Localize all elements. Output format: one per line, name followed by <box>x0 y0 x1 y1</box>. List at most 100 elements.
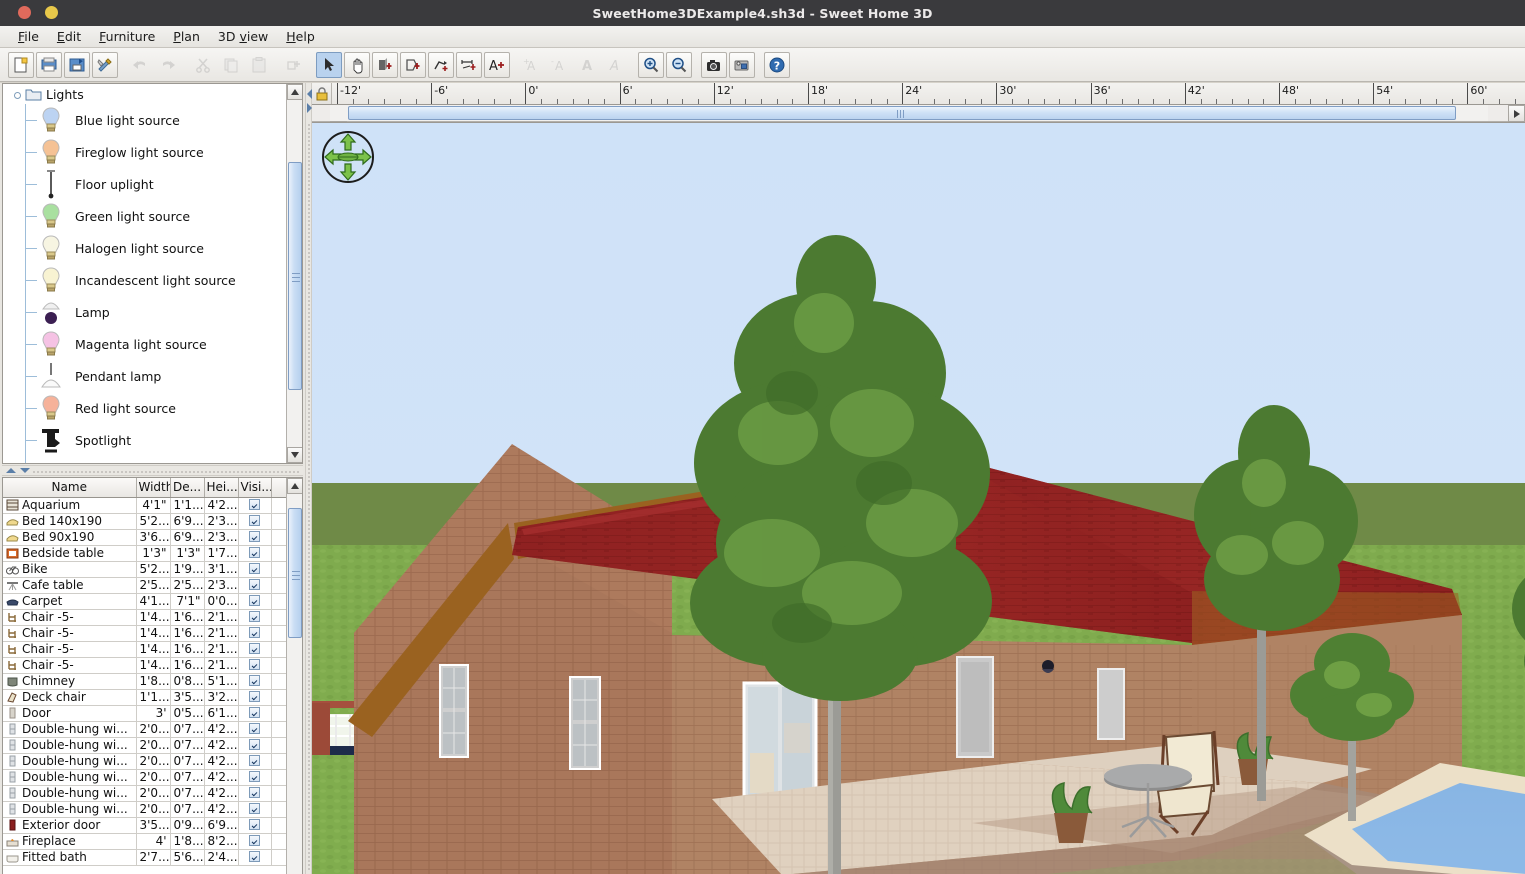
cell-visible[interactable] <box>238 785 272 802</box>
menu-help[interactable]: Help <box>277 28 324 45</box>
column-header-name[interactable]: Name <box>3 478 137 498</box>
cell-visible[interactable] <box>238 641 272 658</box>
visible-checkbox[interactable] <box>249 675 260 686</box>
expand-handle-icon[interactable] <box>11 89 21 99</box>
visible-checkbox[interactable] <box>249 819 260 830</box>
menu-file[interactable]: File <box>9 28 48 45</box>
decrease-text-size-button[interactable]: A- <box>547 52 573 78</box>
menu-edit[interactable]: Edit <box>48 28 90 45</box>
visible-checkbox[interactable] <box>249 835 260 846</box>
add-furniture-button[interactable] <box>281 52 307 78</box>
visible-checkbox[interactable] <box>249 851 260 862</box>
create-photo-button[interactable] <box>701 51 727 78</box>
table-row[interactable]: Double-hung wi... 2'0... 0'7... 4'2... <box>3 769 289 786</box>
catalog-scroll-thumb[interactable] <box>288 162 302 390</box>
visible-checkbox[interactable] <box>249 771 260 782</box>
column-header-height[interactable]: Hei... <box>204 478 239 498</box>
copy-button[interactable] <box>218 52 244 78</box>
create-video-button[interactable] <box>729 51 755 78</box>
preferences-button[interactable] <box>92 51 118 78</box>
table-row[interactable]: Deck chair 1'1... 3'5... 3'2... <box>3 689 289 706</box>
visible-checkbox[interactable] <box>249 595 260 606</box>
catalog-scroll-down-button[interactable] <box>287 447 302 463</box>
table-row[interactable]: Chair -5- 1'4... 1'6... 2'1... <box>3 625 289 642</box>
increase-text-size-button[interactable]: A + <box>519 52 545 78</box>
catalog-vertical-scrollbar[interactable] <box>286 84 302 463</box>
cell-visible[interactable] <box>238 705 272 722</box>
visible-checkbox[interactable] <box>249 499 260 510</box>
menu-3dview[interactable]: 3D view <box>209 28 277 45</box>
furniture-scroll-track[interactable] <box>287 494 302 874</box>
visible-checkbox[interactable] <box>249 739 260 750</box>
new-home-button[interactable] <box>8 51 34 78</box>
select-tool-button[interactable] <box>316 51 342 78</box>
cell-visible[interactable] <box>238 801 272 818</box>
cut-button[interactable] <box>190 52 216 78</box>
cell-visible[interactable] <box>238 753 272 770</box>
undo-button[interactable] <box>127 52 153 78</box>
table-row[interactable]: Bike 5'2... 1'9... 3'1... <box>3 561 289 578</box>
zoom-out-button[interactable] <box>666 51 692 78</box>
splitter-collapse-down-icon[interactable] <box>20 468 30 473</box>
cell-visible[interactable] <box>238 545 272 562</box>
table-row[interactable]: Chair -5- 1'4... 1'6... 2'1... <box>3 657 289 674</box>
cell-visible[interactable] <box>238 609 272 626</box>
visible-checkbox[interactable] <box>249 755 260 766</box>
splitter-collapse-up-icon[interactable] <box>6 468 16 473</box>
column-header-visible[interactable]: Visi... <box>238 478 272 498</box>
catalog-item-incandescent-light-source[interactable]: Incandescent light source <box>3 264 286 296</box>
table-row[interactable]: Fireplace 4' 1'8... 8'2... <box>3 833 289 850</box>
catalog-scroll-track[interactable] <box>287 100 302 447</box>
column-header-depth[interactable]: De... <box>170 478 205 498</box>
main-vertical-splitter[interactable] <box>305 83 312 874</box>
tree-root-lights[interactable]: Lights <box>3 84 286 104</box>
cell-visible[interactable] <box>238 849 272 866</box>
catalog-item-blue-light-source[interactable]: Blue light source <box>3 104 286 136</box>
catalog-item-red-light-source[interactable]: Red light source <box>3 392 286 424</box>
table-row[interactable]: Bedside table 1'3" 1'3" 1'7... <box>3 545 289 562</box>
table-row[interactable]: Cafe table 2'5... 2'5... 2'3... <box>3 577 289 594</box>
cell-visible[interactable] <box>238 721 272 738</box>
cell-visible[interactable] <box>238 657 272 674</box>
table-row[interactable]: Door 3' 0'5... 6'1... <box>3 705 289 722</box>
create-rooms-button[interactable] <box>400 51 426 78</box>
menu-plan[interactable]: Plan <box>164 28 209 45</box>
table-row[interactable]: Double-hung wi... 2'0... 0'7... 4'2... <box>3 721 289 738</box>
save-home-button[interactable] <box>64 51 90 78</box>
create-dimensions-button[interactable] <box>456 51 482 78</box>
furniture-catalog-tree[interactable]: Lights Blue light source Fireglow light … <box>2 83 303 464</box>
visible-checkbox[interactable] <box>249 787 260 798</box>
ruler-lock-box[interactable] <box>312 83 332 104</box>
visible-checkbox[interactable] <box>249 723 260 734</box>
table-row[interactable]: Double-hung wi... 2'0... 0'7... 4'2... <box>3 801 289 818</box>
catalog-furniture-splitter[interactable] <box>2 465 303 476</box>
cell-visible[interactable] <box>238 577 272 594</box>
cell-visible[interactable] <box>238 673 272 690</box>
table-row[interactable]: Exterior door 3'5... 0'9... 6'9... <box>3 817 289 834</box>
plan-horizontal-scrollbar[interactable] <box>312 105 1525 122</box>
catalog-item-halogen-light-source[interactable]: Halogen light source <box>3 232 286 264</box>
table-row[interactable]: Bed 90x190 3'6... 6'9... 2'3... <box>3 529 289 546</box>
italic-style-button[interactable]: A <box>603 52 629 78</box>
catalog-scroll-up-button[interactable] <box>287 84 302 100</box>
cell-visible[interactable] <box>238 737 272 754</box>
cell-visible[interactable] <box>238 513 272 530</box>
visible-checkbox[interactable] <box>249 547 260 558</box>
help-button[interactable]: ? <box>764 51 790 78</box>
catalog-item-wall-uplight[interactable]: Wall uplight <box>3 456 286 463</box>
furniture-scroll-thumb[interactable] <box>288 508 302 638</box>
minimize-window-button[interactable] <box>45 6 58 19</box>
table-row[interactable]: Chair -5- 1'4... 1'6... 2'1... <box>3 609 289 626</box>
redo-button[interactable] <box>155 52 181 78</box>
menu-furniture[interactable]: Furniture <box>90 28 164 45</box>
navigation-compass[interactable] <box>320 129 376 185</box>
bold-style-button[interactable]: A <box>575 52 601 78</box>
table-row[interactable]: Chimney 1'8... 0'8... 5'1... <box>3 673 289 690</box>
table-row[interactable]: Aquarium 4'1" 1'1... 4'2... <box>3 497 289 514</box>
cell-visible[interactable] <box>238 497 272 514</box>
visible-checkbox[interactable] <box>249 531 260 542</box>
cell-visible[interactable] <box>238 529 272 546</box>
visible-checkbox[interactable] <box>249 643 260 654</box>
table-row[interactable]: Bed 140x190 5'2... 6'9... 2'3... <box>3 513 289 530</box>
furniture-list-table[interactable]: Name Width De... Hei... Visi... Aquarium 4'1"… <box>2 477 303 874</box>
